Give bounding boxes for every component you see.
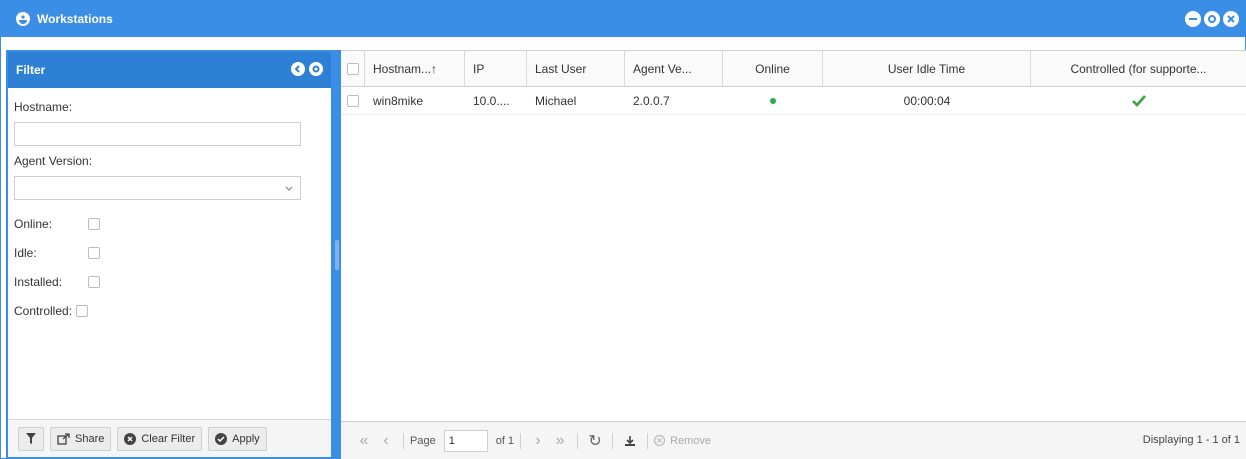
refresh-icon[interactable]: ↻ — [584, 430, 606, 452]
filter-toolbar: Share Clear Filter Apply — [8, 419, 331, 457]
collapse-left-icon[interactable] — [291, 62, 305, 76]
select-all-checkbox[interactable] — [347, 63, 359, 75]
window-title: Workstations — [37, 12, 113, 26]
remove-label: Remove — [670, 434, 712, 447]
page-label: Page — [410, 434, 436, 447]
next-page-icon[interactable]: › — [527, 430, 549, 452]
installed-checkbox[interactable] — [88, 276, 100, 288]
filter-header: Filter — [8, 52, 331, 88]
settings-icon[interactable] — [1204, 11, 1220, 27]
cell-controlled — [1031, 87, 1246, 115]
separator — [520, 432, 522, 449]
agent-version-select[interactable] — [14, 176, 301, 200]
controlled-checkbox[interactable] — [76, 305, 89, 317]
funnel-icon — [26, 433, 36, 444]
apply-button[interactable]: Apply — [208, 426, 267, 451]
page-number-input[interactable] — [443, 429, 488, 452]
minimize-icon[interactable] — [1185, 11, 1201, 27]
select-all-header[interactable] — [341, 51, 365, 87]
download-icon[interactable] — [619, 430, 641, 452]
controlled-row: Controlled: — [14, 301, 325, 321]
chevron-down-icon[interactable] — [282, 182, 296, 196]
idle-checkbox[interactable] — [88, 247, 100, 259]
idle-label: Idle: — [14, 246, 37, 260]
remove-button[interactable]: Remove — [654, 435, 711, 447]
window-tools — [1185, 11, 1239, 27]
agent-version-label: Agent Version: — [14, 154, 93, 168]
page-count: of 1 — [495, 434, 515, 447]
first-page-icon[interactable]: « — [353, 430, 375, 452]
column-header-last-user[interactable]: Last User — [527, 51, 625, 87]
splitter-grip[interactable] — [335, 240, 339, 270]
cell-idle-time: 00:00:04 — [903, 94, 951, 108]
share-icon — [57, 432, 70, 445]
gear-icon[interactable] — [309, 62, 323, 76]
installed-row: Installed: — [14, 272, 325, 292]
filter-panel: Filter Hostname: Agent Version: Online: … — [6, 50, 333, 459]
hostname-field[interactable] — [14, 122, 301, 146]
filter-button[interactable] — [18, 426, 44, 451]
column-header-online[interactable]: Online — [723, 51, 823, 87]
online-checkbox[interactable] — [88, 218, 100, 230]
separator — [577, 432, 579, 449]
controlled-label: Controlled: — [14, 304, 73, 318]
column-header-hostname[interactable]: Hostnam...↑ — [365, 51, 465, 87]
table-row[interactable]: win8mike 10.0.... Michael 2.0.0.7 00:00:… — [341, 87, 1246, 115]
clear-icon — [124, 432, 137, 445]
idle-row: Idle: — [14, 243, 325, 263]
filter-body: Hostname: Agent Version: Online: Idle: I… — [8, 88, 331, 321]
filter-title: Filter — [16, 63, 46, 77]
cell-last-user: Michael — [535, 94, 577, 108]
separator — [612, 432, 614, 449]
separator — [647, 432, 649, 449]
clear-filter-button[interactable]: Clear Filter — [117, 426, 203, 451]
prev-page-icon[interactable]: ‹ — [375, 430, 397, 452]
window-titlebar: Workstations — [1, 1, 1245, 37]
share-button[interactable]: Share — [50, 426, 112, 451]
filter-tools — [291, 62, 323, 76]
column-header-controlled[interactable]: Controlled (for supporte... — [1031, 51, 1246, 87]
row-checkbox[interactable] — [347, 95, 359, 107]
workstations-grid: Hostnam...↑ IP Last User Agent Ve... Onl… — [341, 50, 1246, 459]
column-header-agent-version[interactable]: Agent Ve... — [625, 51, 723, 87]
checkmark-icon — [1131, 95, 1146, 107]
installed-label: Installed: — [14, 275, 63, 289]
hostname-label: Hostname: — [14, 100, 73, 114]
panel-splitter[interactable] — [333, 50, 341, 459]
clear-filter-label: Clear Filter — [141, 432, 196, 445]
separator — [403, 432, 404, 449]
online-label: Online: — [14, 217, 53, 231]
online-status-icon — [770, 98, 776, 104]
grid-header: Hostnam...↑ IP Last User Agent Ve... Onl… — [341, 51, 1246, 87]
apply-label: Apply — [232, 432, 260, 445]
close-icon[interactable] — [1223, 11, 1239, 27]
paging-display: Displaying 1 - 1 of 1 — [1142, 434, 1240, 446]
online-row: Online: — [14, 214, 325, 234]
column-header-ip[interactable]: IP — [465, 51, 527, 87]
paging-toolbar: « ‹ Page of 1 › » ↻ Remove Displaying 1 … — [341, 421, 1246, 459]
cell-online — [723, 87, 823, 115]
row-select[interactable] — [341, 87, 365, 115]
share-label: Share — [75, 432, 105, 445]
workstation-icon — [16, 12, 30, 26]
last-page-icon[interactable]: » — [549, 430, 571, 452]
column-header-idle-time[interactable]: User Idle Time — [823, 51, 1031, 87]
cell-agent-version: 2.0.0.7 — [633, 94, 670, 108]
check-circle-icon — [215, 432, 228, 445]
cell-ip: 10.0.... — [473, 94, 510, 108]
cell-hostname: win8mike — [373, 94, 424, 108]
remove-icon — [654, 435, 666, 446]
